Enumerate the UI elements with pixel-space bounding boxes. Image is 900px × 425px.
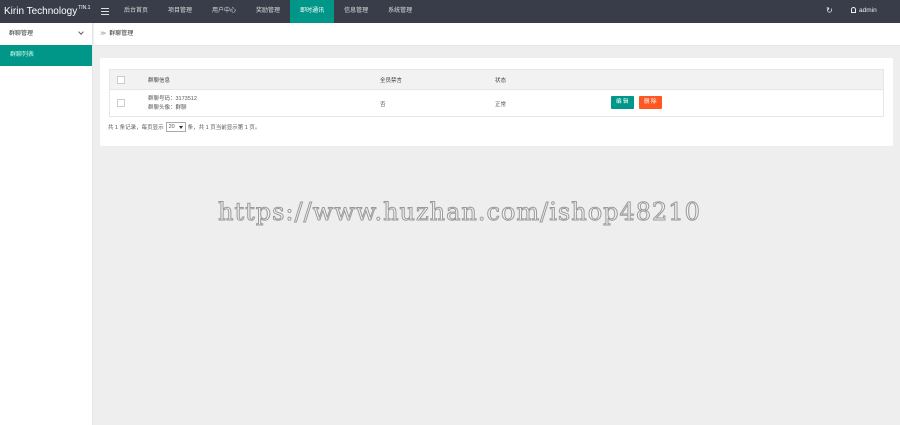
select-all-checkbox[interactable] — [117, 76, 125, 84]
logo-version: TIN.1 — [78, 5, 91, 11]
top-navbar: Kirin TechnologyTIN.1 后台首页 项目管理 用户中心 奖励管… — [0, 0, 900, 23]
user-icon — [851, 7, 856, 13]
app-logo[interactable]: Kirin TechnologyTIN.1 — [4, 5, 91, 17]
nav-item-users[interactable]: 用户中心 — [202, 0, 246, 23]
row-mute: 否 — [380, 102, 386, 108]
logo-text: Kirin Technology — [4, 6, 78, 17]
nav-item-dashboard[interactable]: 后台首页 — [114, 0, 158, 23]
chevron-down-icon — [78, 29, 84, 35]
row-avatar: 群聊头像：群聊 — [148, 105, 187, 111]
row-status: 正常 — [495, 102, 507, 108]
sidebar-group-label: 群聊管理 — [9, 31, 34, 37]
user-name: admin — [859, 7, 877, 14]
nav-item-messaging[interactable]: 即时通讯 — [290, 0, 335, 23]
header-mute: 全员禁言 — [380, 78, 403, 84]
sidebar-item-chat-list[interactable]: 群聊列表 — [0, 45, 92, 66]
content-card: 群聊信息 全员禁言 状态 群聊号码：3173512 群聊头像：群聊 否 正常 编… — [100, 58, 893, 146]
chat-table: 群聊信息 全员禁言 状态 群聊号码：3173512 群聊头像：群聊 否 正常 编… — [109, 69, 884, 117]
breadcrumb-separator-icon: ≫ — [100, 31, 107, 37]
pager-suffix: 条，共 1 页当前显示第 1 页。 — [187, 125, 261, 131]
nav-item-info[interactable]: 信息管理 — [334, 0, 378, 23]
edit-button[interactable]: 编 辑 — [611, 96, 634, 109]
breadcrumb-current: 群聊管理 — [109, 31, 134, 37]
row-checkbox[interactable] — [117, 99, 125, 107]
menu-toggle-icon[interactable] — [101, 6, 109, 16]
sidebar: 群聊管理 群聊列表 — [0, 23, 93, 425]
user-menu[interactable]: admin — [851, 7, 877, 14]
nav-item-system[interactable]: 系统管理 — [378, 0, 422, 23]
refresh-icon[interactable]: ↻ — [826, 6, 833, 15]
header-info: 群聊信息 — [148, 78, 171, 84]
header-status: 状态 — [495, 78, 507, 84]
watermark-text: https://www.huzhan.com/ishop48210 — [218, 198, 701, 227]
sidebar-group-chat[interactable]: 群聊管理 — [0, 23, 92, 45]
delete-button[interactable]: 删 除 — [639, 96, 662, 109]
nav-item-rewards[interactable]: 奖励管理 — [246, 0, 290, 23]
page-size-value: 20 — [168, 124, 175, 130]
pagination: 共 1 条记录，每页显示 20 条，共 1 页当前显示第 1 页。 — [108, 122, 260, 132]
row-id: 群聊号码：3173512 — [148, 96, 197, 102]
table-header: 群聊信息 全员禁言 状态 — [110, 70, 883, 90]
page-size-select[interactable]: 20 — [165, 122, 186, 132]
pager-prefix: 共 1 条记录，每页显示 — [108, 125, 164, 131]
table-row: 群聊号码：3173512 群聊头像：群聊 否 正常 编 辑 删 除 — [110, 90, 883, 116]
main-nav: 后台首页 项目管理 用户中心 奖励管理 即时通讯 信息管理 系统管理 — [114, 0, 422, 23]
dropdown-arrow-icon — [178, 126, 183, 129]
breadcrumb: ≫ 群聊管理 — [94, 23, 900, 46]
nav-item-projects[interactable]: 项目管理 — [158, 0, 202, 23]
